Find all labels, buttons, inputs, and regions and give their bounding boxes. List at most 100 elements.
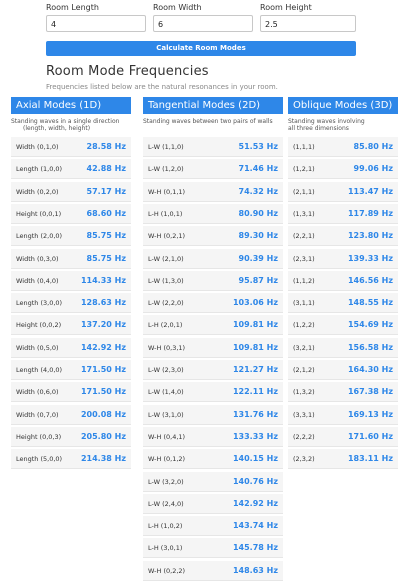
mode-label: W-H (0,3,1) [148,343,186,352]
mode-frequency: 183.11 Hz [347,454,393,464]
room-height-input[interactable]: 2.5 [260,15,356,32]
mode-frequency: 89.30 Hz [238,231,278,241]
mode-frequency: 95.87 Hz [238,275,278,285]
mode-label: (2,1,1) [293,187,315,196]
mode-frequency: 169.13 Hz [347,409,393,419]
axial-mode-row: Width (0,4,0) 114.33 Hz [11,270,131,291]
mode-frequency: 214.38 Hz [80,454,126,464]
mode-label: (2,2,1) [293,232,315,241]
mode-frequency: 148.63 Hz [232,565,278,575]
mode-frequency: 113.47 Hz [347,186,393,196]
mode-label: Length (5,0,0) [16,455,63,464]
room-length-label: Room Length [46,3,99,12]
tangential-mode-row: W-H (0,1,1) 74.32 Hz [143,181,283,202]
mode-label: L-W (2,2,0) [148,299,184,308]
mode-frequency: 85.75 Hz [86,253,126,263]
mode-label: Height (0,0,2) [16,321,62,330]
tangential-mode-row: L-W (2,2,0) 103.06 Hz [143,293,283,314]
mode-label: L-H (1,0,2) [148,522,183,531]
axial-mode-row: Length (1,0,0) 42.88 Hz [11,159,131,180]
axial-desc-line2: (length, width, height) [23,125,91,132]
mode-frequency: 146.56 Hz [347,275,393,285]
mode-frequency: 117.89 Hz [347,208,393,218]
mode-frequency: 122.11 Hz [232,387,278,397]
mode-label: L-W (3,1,0) [148,410,184,419]
axial-mode-row: Length (3,0,0) 128.63 Hz [11,293,131,314]
tangential-mode-row: L-W (1,1,0) 51.53 Hz [143,137,283,157]
tangential-mode-row: L-W (3,1,0) 131.76 Hz [143,404,283,425]
mode-frequency: 167.38 Hz [347,387,393,397]
mode-frequency: 205.80 Hz [80,431,126,441]
axial-modes-heading: Axial Modes (1D) [11,97,131,114]
mode-label: L-W (2,3,0) [148,366,184,374]
mode-frequency: 140.76 Hz [232,476,278,486]
oblique-mode-row: (2,3,1) 139.33 Hz [288,248,398,269]
axial-mode-row: Width (0,5,0) 142.92 Hz [11,337,131,358]
mode-label: (1,2,2) [293,321,315,330]
axial-mode-row: Height (0,0,2) 137.20 Hz [11,315,131,336]
tangential-mode-row: W-H (0,4,1) 133.33 Hz [143,426,283,447]
tangential-mode-row: L-W (1,2,0) 71.46 Hz [143,159,283,180]
mode-label: (1,2,1) [293,165,315,174]
mode-label: (1,3,2) [293,388,315,397]
mode-frequency: 68.60 Hz [86,208,126,218]
mode-frequency: 74.32 Hz [238,186,278,196]
axial-mode-row: Length (4,0,0) 171.50 Hz [11,360,131,380]
mode-label: W-H (0,4,1) [148,432,186,441]
room-length-input[interactable]: 4 [46,15,146,32]
mode-frequency: 99.06 Hz [353,164,393,174]
tangential-mode-row: L-W (2,3,0) 121.27 Hz [143,360,283,380]
mode-label: Height (0,0,1) [16,209,62,218]
mode-frequency: 145.78 Hz [232,543,278,553]
tangential-desc-line1: Standing waves between two pairs of wall… [143,118,273,125]
oblique-mode-row: (1,1,1) 85.80 Hz [288,137,398,157]
mode-label: L-W (3,2,0) [148,477,184,486]
mode-label: Length (1,0,0) [16,165,63,174]
mode-label: W-H (0,1,2) [148,455,186,464]
oblique-mode-row: (2,2,1) 123.80 Hz [288,226,398,247]
mode-frequency: 171.50 Hz [80,387,126,397]
axial-mode-row: Height (0,0,3) 205.80 Hz [11,426,131,447]
tangential-mode-row: L-H (2,0,1) 109.81 Hz [143,315,283,336]
oblique-mode-row: (1,2,2) 154.69 Hz [288,315,398,336]
mode-label: W-H (0,1,1) [148,187,186,196]
mode-label: Length (2,0,0) [16,232,63,241]
mode-label: L-H (3,0,1) [148,544,183,553]
calculate-button[interactable]: Calculate Room Modes [46,41,356,56]
tangential-mode-row: L-H (1,0,1) 80.90 Hz [143,203,283,224]
axial-desc-line1: Standing waves in a single direction [11,118,120,125]
mode-label: Width (0,2,0) [16,187,59,196]
oblique-mode-row: (2,2,2) 171.60 Hz [288,426,398,447]
tangential-mode-row: W-H (0,3,1) 109.81 Hz [143,337,283,358]
oblique-desc-line2: all three dimensions [288,125,349,132]
tangential-modes-description: Standing waves between two pairs of wall… [143,118,273,125]
oblique-modes-description: Standing waves involving all three dimen… [288,118,365,132]
oblique-mode-row: (1,2,1) 99.06 Hz [288,159,398,180]
mode-frequency: 131.76 Hz [232,409,278,419]
axial-mode-row: Width (0,2,0) 57.17 Hz [11,181,131,202]
oblique-desc-line1: Standing waves involving [288,118,365,125]
mode-frequency: 142.92 Hz [232,498,278,508]
mode-label: L-W (1,2,0) [148,165,184,174]
mode-frequency: 200.08 Hz [80,409,126,419]
axial-modes-description: Standing waves in a single direction (le… [11,118,119,132]
mode-label: (2,1,2) [293,366,315,374]
mode-label: Height (0,0,3) [16,432,62,441]
mode-label: Length (3,0,0) [16,299,63,308]
mode-label: Width (0,6,0) [16,388,59,397]
mode-label: (3,3,1) [293,410,315,419]
mode-frequency: 109.81 Hz [232,342,278,352]
mode-label: (3,2,1) [293,343,315,352]
mode-label: L-H (2,0,1) [148,321,183,330]
tangential-mode-row: L-H (3,0,1) 145.78 Hz [143,538,283,559]
oblique-mode-row: (1,3,2) 167.38 Hz [288,382,398,403]
mode-frequency: 71.46 Hz [238,164,278,174]
tangential-mode-row: L-W (2,1,0) 90.39 Hz [143,248,283,269]
axial-mode-row: Width (0,1,0) 28.58 Hz [11,137,131,157]
oblique-mode-row: (2,1,1) 113.47 Hz [288,181,398,202]
mode-frequency: 85.80 Hz [353,142,393,151]
axial-mode-row: Length (5,0,0) 214.38 Hz [11,449,131,470]
room-width-input[interactable]: 6 [153,15,253,32]
axial-mode-row: Width (0,7,0) 200.08 Hz [11,404,131,425]
mode-label: Width (0,4,0) [16,276,59,285]
